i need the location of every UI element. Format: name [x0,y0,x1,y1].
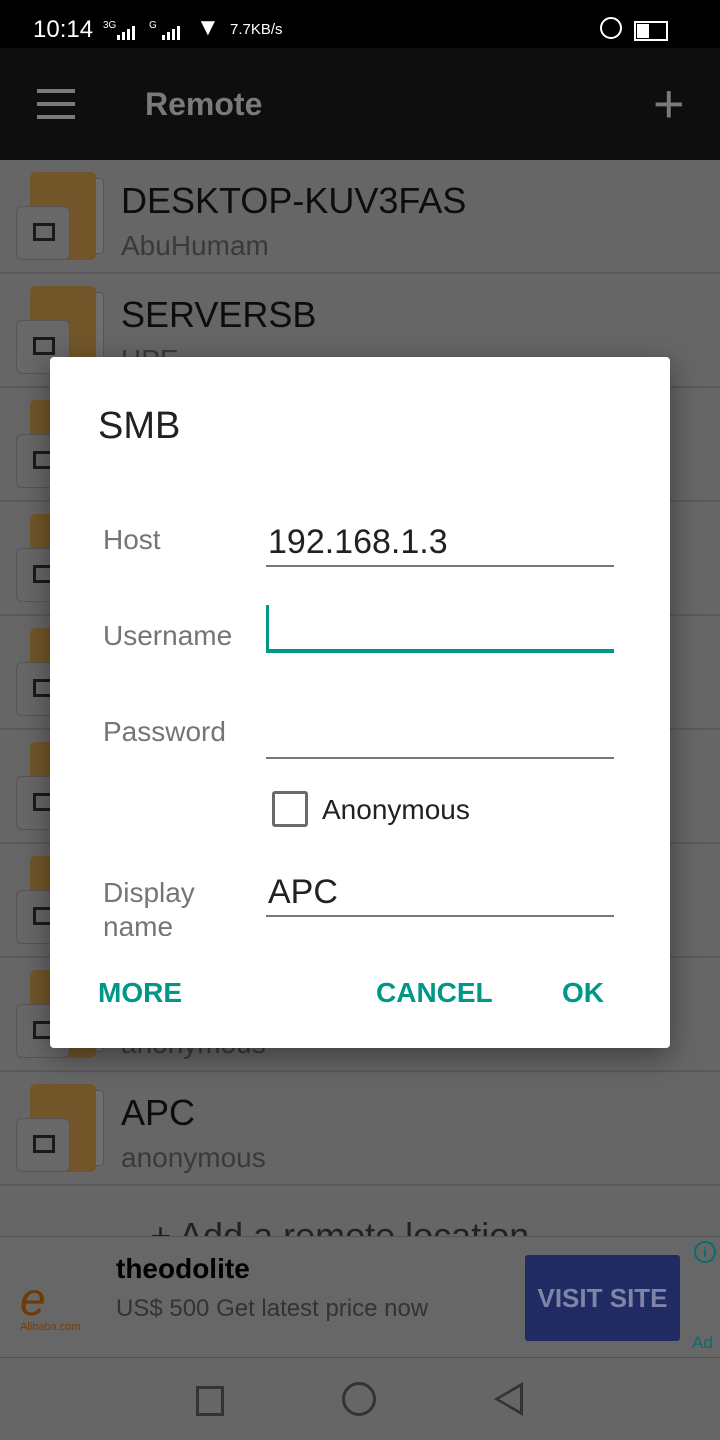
info-icon[interactable]: i [694,1241,716,1263]
plus-icon[interactable]: + [653,77,685,131]
navigation-bar [0,1358,720,1440]
page-title: Remote [145,86,263,122]
home-icon[interactable] [342,1382,376,1416]
alibaba-logo: e Alibaba.com [20,1273,81,1333]
network-type: 3G [103,20,117,31]
password-input[interactable] [266,711,614,759]
item-subtitle: anonymous [121,1142,266,1173]
item-title: DESKTOP-KUV3FAS [121,180,467,221]
battery-icon [634,21,668,41]
cancel-button[interactable]: CANCEL [376,977,493,1009]
anonymous-label[interactable]: Anonymous [322,794,470,826]
item-title: SERVERSB [121,294,317,335]
hamburger-icon[interactable] [37,89,75,119]
display-name-input[interactable] [266,869,614,917]
username-input[interactable] [266,605,614,653]
item-subtitle: AbuHumam [121,230,269,261]
back-icon[interactable] [494,1382,523,1416]
anonymous-checkbox[interactable] [272,791,308,827]
more-button[interactable]: MORE [98,977,182,1009]
ok-button[interactable]: OK [562,977,604,1009]
host-input[interactable] [266,519,614,567]
list-item[interactable]: DESKTOP-KUV3FAS AbuHumam [0,160,720,274]
list-item[interactable]: APC anonymous [0,1072,720,1186]
ad-badge: Ad [692,1333,713,1352]
signal-icon [162,22,180,40]
dialog-title: SMB [98,405,181,447]
ad-banner[interactable]: e Alibaba.com theodolite US$ 500 Get late… [0,1236,720,1358]
password-label: Password [103,716,226,747]
signal-icon [117,22,135,40]
ad-subtitle: US$ 500 Get latest price now [116,1295,429,1322]
ad-title: theodolite [116,1253,250,1284]
clock: 10:14 [33,16,94,43]
net-speed: 7.7KB/s [230,21,283,38]
app-bar: Remote + [0,48,720,160]
computer-icon [16,1118,70,1172]
network-type: G [149,20,157,31]
wifi-icon: ▼ [196,14,220,41]
display-name-label: Display name [103,877,195,936]
alarm-icon [600,17,622,39]
status-bar: 10:14 3G G ▼ 7.7KB/s [0,0,720,48]
add-remote-location[interactable]: + Add a remote location [150,1215,529,1237]
smb-dialog: SMB Host Username Password Anonymous Dis… [50,357,670,1048]
visit-site-button[interactable]: VISIT SITE [525,1255,680,1341]
recents-icon[interactable] [196,1386,224,1416]
host-label: Host [103,524,161,555]
computer-icon [16,206,70,260]
username-label: Username [103,620,233,651]
item-title: APC [121,1092,196,1133]
